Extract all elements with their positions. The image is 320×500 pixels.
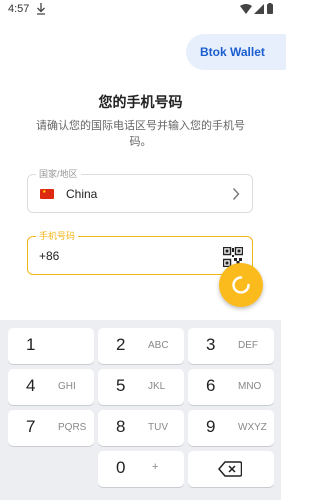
loading-spinner-icon xyxy=(232,276,250,294)
key-9[interactable]: 9 WXYZ xyxy=(188,410,274,446)
wifi-icon xyxy=(240,4,252,14)
phone-field-label: 手机号码 xyxy=(36,230,79,242)
country-field-label: 国家/地区 xyxy=(36,168,81,180)
phone-number-field[interactable]: 手机号码 +86 xyxy=(27,230,253,275)
download-icon xyxy=(37,3,45,15)
page-title: 您的手机号码 xyxy=(98,94,183,110)
china-flag-icon: ★ xyxy=(40,189,54,199)
country-code-prefix: +86 xyxy=(39,249,60,263)
country-name: China xyxy=(66,187,98,201)
numeric-keypad: 1 2 ABC 3 DEF 4 GHI 5 JKL 6 MNO 7 PQRS 8… xyxy=(0,320,281,500)
backspace-key[interactable] xyxy=(188,451,274,487)
key-0[interactable]: 0 + xyxy=(98,451,184,487)
key-1[interactable]: 1 xyxy=(8,328,94,364)
btok-wallet-button[interactable]: Btok Wallet xyxy=(186,34,286,70)
next-button[interactable] xyxy=(219,263,263,307)
key-6[interactable]: 6 MNO xyxy=(188,369,274,405)
page-subtitle: 请确认您的国际电话区号并输入您的手机号码。 xyxy=(36,120,245,148)
key-7[interactable]: 7 PQRS xyxy=(8,410,94,446)
empty-key-slot xyxy=(8,451,94,487)
key-3[interactable]: 3 DEF xyxy=(188,328,274,364)
status-bar: 4:57 xyxy=(0,0,281,20)
signal-icon xyxy=(254,4,264,14)
chevron-right-icon xyxy=(232,188,240,200)
key-2[interactable]: 2 ABC xyxy=(98,328,184,364)
key-8[interactable]: 8 TUV xyxy=(98,410,184,446)
battery-icon xyxy=(267,3,273,14)
backspace-icon xyxy=(218,461,242,477)
country-selector[interactable]: 国家/地区 ★ China xyxy=(27,168,253,213)
key-5[interactable]: 5 JKL xyxy=(98,369,184,405)
key-4[interactable]: 4 GHI xyxy=(8,369,94,405)
status-time: 4:57 xyxy=(8,3,30,15)
